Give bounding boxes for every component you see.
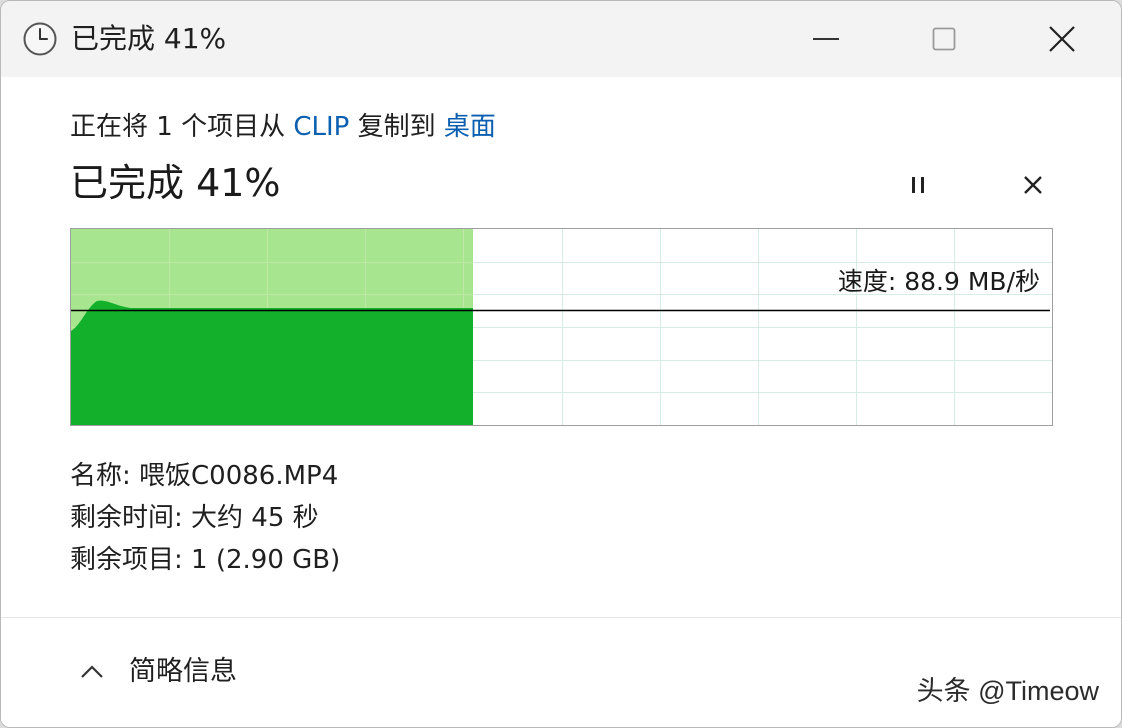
minimize-icon: [813, 37, 839, 41]
speed-label: 速度: 88.9 MB/秒: [837, 267, 1040, 296]
title-bar: 已完成 41%: [1, 1, 1121, 77]
speed-history-area: [71, 300, 473, 425]
dialog-body: 正在将 1 个项目从 CLIP 复制到 桌面 已完成 41% 速度: 88.9 …: [1, 77, 1121, 727]
maximize-icon: [932, 27, 956, 51]
source-folder-link[interactable]: CLIP: [293, 112, 349, 142]
copy-middle: 复制到: [349, 112, 444, 142]
copy-description: 正在将 1 个项目从 CLIP 复制到 桌面: [70, 109, 496, 145]
close-icon: [1049, 26, 1075, 52]
fewer-details-label: 简略信息: [129, 656, 237, 687]
destination-folder-link[interactable]: 桌面: [444, 112, 496, 142]
pause-button[interactable]: [898, 167, 938, 207]
close-window-button[interactable]: [1003, 1, 1121, 77]
minimize-button[interactable]: [767, 1, 885, 77]
transfer-details: 名称: 喂饭C0086.MP4 剩余时间: 大约 45 秒 剩余项目: 1 (2…: [70, 455, 340, 581]
close-icon: [1023, 175, 1043, 199]
pause-icon: [907, 174, 929, 200]
chevron-up-icon: [77, 657, 107, 687]
fewer-details-toggle[interactable]: 简略信息: [77, 652, 237, 692]
window-title: 已完成 41%: [71, 22, 227, 55]
copy-progress-dialog: 已完成 41% 正在将 1 个项目从 CLIP 复制到 桌面 已完成 41% 速…: [0, 0, 1122, 728]
file-name: 名称: 喂饭C0086.MP4: [70, 461, 339, 491]
clock-icon: [22, 21, 58, 57]
dialog-footer: 简略信息 头条 @Timeow: [1, 618, 1121, 727]
watermark: 头条 @Timeow: [916, 676, 1099, 706]
maximize-button[interactable]: [885, 1, 1003, 77]
progress-heading: 已完成 41%: [70, 161, 281, 205]
cancel-button[interactable]: [1013, 167, 1053, 207]
items-remaining: 剩余项目: 1 (2.90 GB): [70, 545, 341, 575]
copy-prefix: 正在将 1 个项目从: [70, 112, 294, 142]
time-remaining: 剩余时间: 大约 45 秒: [70, 503, 319, 533]
speed-graph-canvas: [71, 229, 1052, 425]
transfer-speed-graph: 速度: 88.9 MB/秒: [70, 228, 1053, 426]
